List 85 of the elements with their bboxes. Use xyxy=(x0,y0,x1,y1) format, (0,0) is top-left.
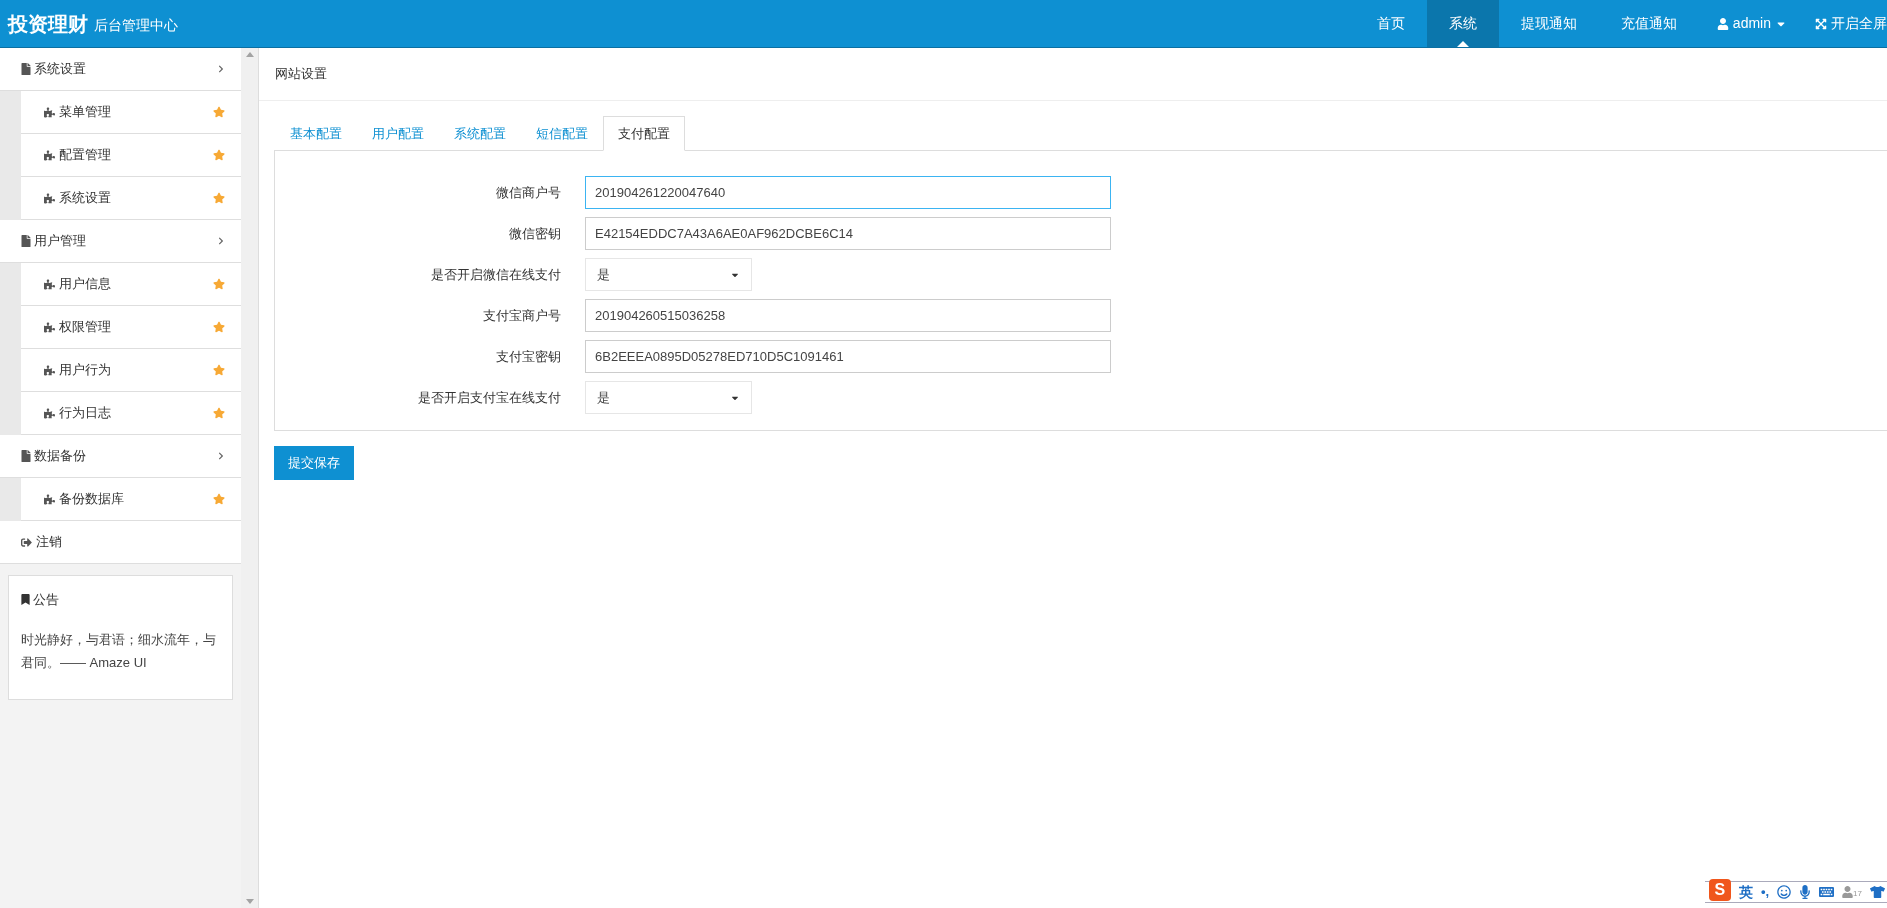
field-label: 微信商户号 xyxy=(495,183,562,202)
nav-link[interactable]: 提现通知 xyxy=(1498,0,1599,47)
sign-out-icon xyxy=(21,536,32,548)
fullscreen-link[interactable]: 开启全屏 xyxy=(1805,0,1887,47)
file-icon xyxy=(21,450,31,462)
user-menu[interactable]: admin xyxy=(1698,0,1805,47)
star-icon xyxy=(213,278,225,290)
star-icon xyxy=(213,321,225,333)
active-caret-icon xyxy=(1456,41,1469,47)
field-label: 微信密钥 xyxy=(508,224,562,243)
sidebar-item[interactable]: 用户信息 xyxy=(21,263,241,306)
tab[interactable]: 用户配置 xyxy=(357,116,439,151)
star-icon xyxy=(213,149,225,161)
tab[interactable]: 系统配置 xyxy=(439,116,521,151)
notice-title: 公告 xyxy=(33,591,59,609)
sidebar-item[interactable]: 权限管理 xyxy=(21,306,241,349)
star-icon xyxy=(213,493,225,505)
group-label: 系统设置 xyxy=(34,60,86,79)
notice-text: 时光静好，与君语；细水流年，与君同。—— Amaze UI xyxy=(21,630,217,672)
item-label: 系统设置 xyxy=(59,189,111,208)
text-field[interactable]: E42154EDDC7A43A6AE0AF962DCBE6C14 xyxy=(585,217,1111,250)
expand-icon xyxy=(1815,17,1827,30)
sidebar-item[interactable]: 菜单管理 xyxy=(21,91,241,134)
star-icon xyxy=(213,192,225,204)
star-icon xyxy=(213,364,225,376)
field-label: 支付宝密钥 xyxy=(495,347,562,366)
field-label: 是否开启微信在线支付 xyxy=(430,265,562,284)
puzzle-icon xyxy=(44,149,55,161)
item-label: 菜单管理 xyxy=(59,103,111,122)
item-label: 用户行为 xyxy=(59,361,111,380)
group-label: 用户管理 xyxy=(34,232,86,251)
item-label: 用户信息 xyxy=(59,275,111,294)
keyboard-icon[interactable] xyxy=(1819,885,1835,899)
sidebar-item[interactable]: 配置管理 xyxy=(21,134,241,177)
sidebar-group[interactable]: 数据备份 xyxy=(0,435,241,478)
tab[interactable]: 基本配置 xyxy=(275,116,357,151)
sidebar-item[interactable]: 系统设置 xyxy=(21,177,241,220)
tab[interactable]: 短信配置 xyxy=(521,116,603,151)
star-icon xyxy=(213,106,225,118)
nav-link[interactable]: 充值通知 xyxy=(1598,0,1699,47)
sidebar-item[interactable]: 用户行为 xyxy=(21,349,241,392)
group-label: 数据备份 xyxy=(34,447,86,466)
puzzle-icon xyxy=(44,364,55,376)
puzzle-icon xyxy=(44,493,55,505)
shirt-icon[interactable] xyxy=(1870,885,1885,899)
text-field[interactable]: 201904260515036258 xyxy=(585,299,1111,332)
puzzle-icon xyxy=(44,106,55,118)
sidebar-group[interactable]: 系统设置 xyxy=(0,48,241,91)
text-field[interactable]: 201904261220047640 xyxy=(585,176,1111,209)
user-icon xyxy=(1716,17,1729,30)
star-icon xyxy=(213,407,225,419)
tab[interactable]: 支付配置 xyxy=(603,116,685,151)
puzzle-icon xyxy=(44,321,55,333)
text-field[interactable]: 6B2EEEA0895D05278ED710D5C1091461 xyxy=(585,340,1111,373)
page-title-bar: 网站设置 xyxy=(259,48,1887,101)
field-label: 是否开启支付宝在线支付 xyxy=(417,388,562,407)
file-icon xyxy=(21,63,31,75)
nav-link[interactable]: 首页 xyxy=(1354,0,1427,47)
bookmark-icon xyxy=(21,594,30,606)
sidebar-item[interactable]: 备份数据库 xyxy=(21,478,241,521)
item-label: 权限管理 xyxy=(59,318,111,337)
puzzle-icon xyxy=(44,192,55,204)
item-label: 行为日志 xyxy=(59,404,111,423)
file-icon xyxy=(21,235,31,247)
microphone-icon[interactable] xyxy=(1799,885,1812,899)
field-label: 支付宝商户号 xyxy=(482,306,562,325)
chevron-icon xyxy=(217,452,225,460)
chevron-icon xyxy=(217,237,225,245)
nav-link[interactable]: 系统 xyxy=(1426,0,1499,47)
chevron-icon xyxy=(217,65,225,73)
item-label: 配置管理 xyxy=(59,146,111,165)
smile-icon[interactable] xyxy=(1777,885,1792,899)
brand-subtitle: 后台管理中心 xyxy=(94,16,178,35)
language-toggle[interactable]: 英 xyxy=(1738,881,1753,903)
select-dropdown[interactable]: 是 xyxy=(585,258,752,291)
select-dropdown[interactable]: 是 xyxy=(585,381,752,414)
sidebar-item[interactable]: 行为日志 xyxy=(21,392,241,435)
logout-item[interactable]: 注销 xyxy=(0,521,241,564)
item-label: 备份数据库 xyxy=(59,490,124,509)
sidebar-group[interactable]: 用户管理 xyxy=(0,220,241,263)
puzzle-icon xyxy=(44,278,55,290)
puzzle-icon xyxy=(44,407,55,419)
punctuation-toggle[interactable]: •, xyxy=(1760,882,1770,902)
submit-button[interactable]: 提交保存 xyxy=(274,446,354,480)
brand-title: 投资理财 xyxy=(8,11,88,37)
